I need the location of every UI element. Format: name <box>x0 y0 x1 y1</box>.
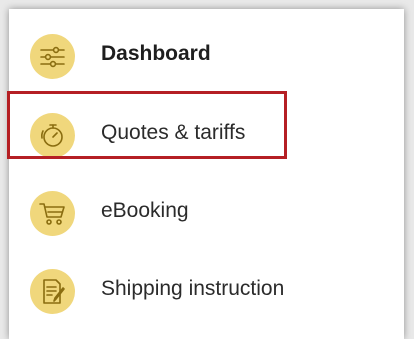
sliders-icon <box>30 34 75 79</box>
stopwatch-icon <box>30 113 75 158</box>
menu-item-quotes-tariffs[interactable]: Quotes & tariffs <box>9 97 404 175</box>
menu-item-shipping-instruction[interactable]: Shipping instruction <box>9 253 404 331</box>
document-pen-icon <box>30 269 75 314</box>
menu-item-dashboard[interactable]: Dashboard <box>9 18 404 96</box>
menu-item-ebooking[interactable]: eBooking <box>9 175 404 253</box>
menu-item-label: eBooking <box>101 199 189 222</box>
side-menu-panel: Dashboard Quotes & tariffs eBooking Ship… <box>9 9 404 339</box>
menu-item-label: Dashboard <box>101 42 211 65</box>
shopping-cart-icon <box>30 191 75 236</box>
menu-item-label: Shipping instruction <box>101 277 285 300</box>
menu-item-label: Quotes & tariffs <box>101 121 246 144</box>
